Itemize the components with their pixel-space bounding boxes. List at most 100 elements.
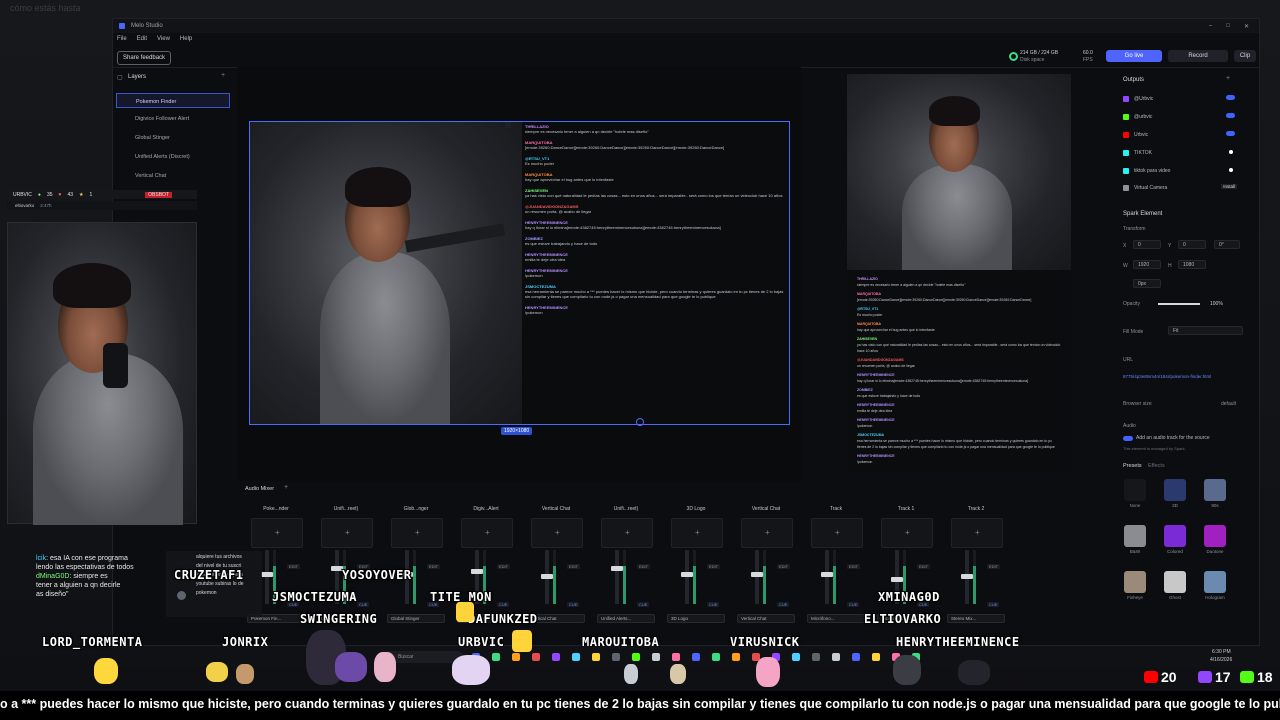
handle-icon[interactable] — [505, 122, 511, 128]
effect-slot[interactable]: + — [601, 518, 653, 548]
add-effect-icon[interactable]: + — [835, 528, 840, 537]
edit-button[interactable]: EDIT — [287, 564, 301, 569]
minimize-icon[interactable]: – — [1209, 23, 1212, 30]
x-field[interactable]: 0 — [1133, 240, 1161, 249]
add-layer-icon[interactable]: + — [221, 72, 225, 79]
h-field[interactable]: 1080 — [1178, 260, 1206, 269]
effect-slot[interactable]: + — [251, 518, 303, 548]
rotate-handle-icon[interactable] — [636, 418, 644, 426]
volume-fader[interactable] — [615, 550, 619, 604]
taskbar-app-icon[interactable] — [832, 653, 840, 661]
taskbar-app-icon[interactable] — [552, 653, 560, 661]
add-track-icon[interactable]: + — [284, 484, 288, 491]
add-effect-icon[interactable]: + — [555, 528, 560, 537]
taskbar-app-icon[interactable] — [652, 653, 660, 661]
share-feedback-button[interactable]: Share feedback — [117, 51, 172, 65]
fader-knob[interactable] — [681, 571, 693, 577]
add-output-icon[interactable]: + — [1226, 75, 1230, 82]
cue-button[interactable]: CUE — [357, 602, 370, 607]
edit-button[interactable]: EDIT — [917, 564, 931, 569]
channel-source-tag[interactable]: Vertical Chat — [737, 614, 795, 623]
output-toggle[interactable] — [1226, 131, 1235, 136]
cue-button[interactable]: CUE — [707, 602, 720, 607]
output-item[interactable]: Virtual Camera Install — [1118, 183, 1243, 193]
channel-source-tag[interactable]: Stereo Mix... — [947, 614, 1005, 623]
taskbar-app-icon[interactable] — [732, 653, 740, 661]
edit-button[interactable]: EDIT — [497, 564, 511, 569]
taskbar-app-icon[interactable] — [672, 653, 680, 661]
cue-button[interactable]: CUE — [497, 602, 510, 607]
taskbar-app-icon[interactable] — [792, 653, 800, 661]
volume-fader[interactable] — [685, 550, 689, 604]
preset-thumbnail[interactable] — [1204, 571, 1226, 593]
volume-fader[interactable] — [755, 550, 759, 604]
fill-mode-select[interactable]: Fit — [1168, 326, 1243, 335]
layer-item-unified-alerts[interactable]: Unified Alerts (Discret) — [116, 149, 230, 164]
fader-knob[interactable] — [261, 571, 273, 577]
cue-button[interactable]: CUE — [847, 602, 860, 607]
fader-knob[interactable] — [471, 568, 483, 574]
add-effect-icon[interactable]: + — [345, 528, 350, 537]
cue-button[interactable]: CUE — [777, 602, 790, 607]
go-live-button[interactable]: Go live — [1106, 50, 1162, 62]
cue-button[interactable]: CUE — [637, 602, 650, 607]
add-effect-icon[interactable]: + — [485, 528, 490, 537]
add-effect-icon[interactable]: + — [695, 528, 700, 537]
add-effect-icon[interactable]: + — [275, 528, 280, 537]
taskbar-app-icon[interactable] — [572, 653, 580, 661]
output-item[interactable]: @urbvic — [1118, 112, 1243, 122]
preset-thumbnail[interactable] — [1204, 525, 1226, 547]
edit-button[interactable]: EDIT — [707, 564, 721, 569]
preset-thumbnail[interactable] — [1124, 525, 1146, 547]
effect-slot[interactable]: + — [391, 518, 443, 548]
taskbar-app-icon[interactable] — [512, 653, 520, 661]
scene-canvas[interactable]: THRILLAZIO siempre es necesario tener a a… — [237, 67, 801, 481]
output-item[interactable]: @Urbvic — [1118, 94, 1243, 104]
layer-item-digivice[interactable]: Digivice Follower Alert — [116, 111, 230, 126]
fader-knob[interactable] — [821, 571, 833, 577]
channel-source-tag[interactable]: 3D Logo — [667, 614, 725, 623]
output-item[interactable]: tiktok para video — [1118, 166, 1243, 176]
output-toggle[interactable] — [1226, 113, 1235, 118]
taskbar-app-icon[interactable] — [872, 653, 880, 661]
taskbar-app-icon[interactable] — [692, 653, 700, 661]
maximize-icon[interactable]: □ — [1226, 23, 1230, 30]
edit-button[interactable]: EDIT — [567, 564, 581, 569]
add-effect-icon[interactable]: + — [905, 528, 910, 537]
taskbar-app-icon[interactable] — [532, 653, 540, 661]
effects-tab[interactable]: Effects — [1148, 463, 1165, 469]
effect-slot[interactable]: + — [881, 518, 933, 548]
install-button[interactable]: Install — [1221, 184, 1237, 189]
menu-view[interactable]: View — [157, 36, 170, 42]
taskbar-app-icon[interactable] — [632, 653, 640, 661]
clip-button[interactable]: Clip — [1234, 50, 1256, 62]
record-button[interactable]: Record — [1168, 50, 1228, 62]
edit-button[interactable]: EDIT — [987, 564, 1001, 569]
preset-thumbnail[interactable] — [1164, 479, 1186, 501]
add-effect-icon[interactable]: + — [975, 528, 980, 537]
fader-knob[interactable] — [751, 571, 763, 577]
opacity-slider[interactable] — [1158, 303, 1200, 305]
channel-source-tag[interactable]: Unified Alerts... — [597, 614, 655, 623]
preset-thumbnail[interactable] — [1124, 571, 1146, 593]
output-status-dot[interactable] — [1229, 168, 1233, 172]
browser-size-value[interactable]: default — [1221, 401, 1236, 407]
fader-knob[interactable] — [611, 566, 623, 572]
preset-thumbnail[interactable] — [1204, 479, 1226, 501]
add-effect-icon[interactable]: + — [415, 528, 420, 537]
cue-button[interactable]: CUE — [987, 602, 1000, 607]
fader-knob[interactable] — [891, 577, 903, 582]
audio-toggle[interactable] — [1123, 436, 1133, 441]
volume-fader[interactable] — [825, 550, 829, 604]
presets-tab[interactable]: Presets — [1123, 463, 1142, 469]
cue-button[interactable]: CUE — [567, 602, 580, 607]
edit-button[interactable]: EDIT — [427, 564, 441, 569]
effect-slot[interactable]: + — [531, 518, 583, 548]
taskbar-app-icon[interactable] — [592, 653, 600, 661]
y-field[interactable]: 0 — [1178, 240, 1206, 249]
taskbar-app-icon[interactable] — [712, 653, 720, 661]
effect-slot[interactable]: + — [741, 518, 793, 548]
preset-thumbnail[interactable] — [1164, 571, 1186, 593]
edit-button[interactable]: EDIT — [637, 564, 651, 569]
taskbar-app-icon[interactable] — [612, 653, 620, 661]
